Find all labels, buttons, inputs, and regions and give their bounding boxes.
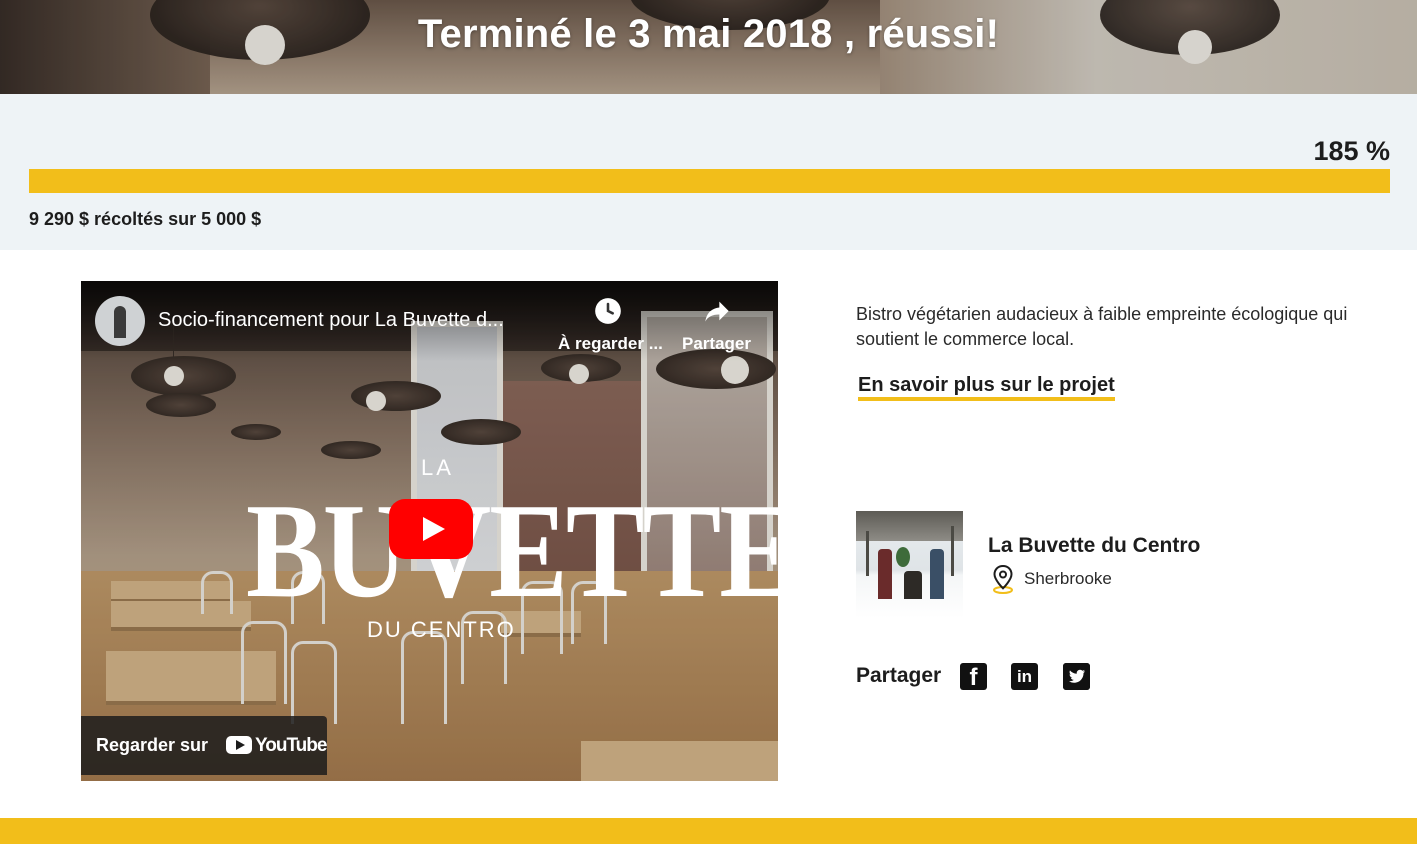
photo-person [904,571,922,599]
photo-tree-trunk [951,526,954,576]
funding-progress-section: 185 % 9 290 $ récoltés sur 5 000 $ [0,94,1417,250]
share-label: Partager [856,664,942,687]
location-pin-icon [993,564,1013,594]
video-logo-buvette: BUVETTE [246,475,778,626]
watch-later-label[interactable]: À regarder ... [558,334,663,354]
project-owner-name[interactable]: La Buvette du Centro [988,534,1200,558]
campaign-status-title: Terminé le 3 mai 2018 , réussi! [417,12,1000,56]
watch-on-youtube-button[interactable]: Regarder sur YouTube [81,716,327,775]
footer-banner [0,818,1417,844]
photo-trees [856,511,963,541]
project-owner-photo [856,511,963,618]
share-arrow-icon[interactable] [703,297,731,325]
learn-more-link[interactable]: En savoir plus sur le projet [858,374,1115,401]
photo-tree-trunk [866,531,869,576]
photo-plant [896,547,910,567]
video-logo-du-centro: DU CENTRO [367,617,516,642]
photo-person [930,549,944,599]
linkedin-icon[interactable]: in [1011,663,1038,690]
project-location: Sherbrooke [1024,569,1112,588]
twitter-icon[interactable] [1063,663,1090,690]
facebook-icon[interactable]: f [960,663,987,691]
youtube-logo-icon [226,736,252,754]
youtube-video-embed[interactable]: LA BUVETTE DU CENTRO Socio-financement p… [81,281,778,781]
campaign-banner: Terminé le 3 mai 2018 , réussi! [0,0,1417,94]
youtube-play-button[interactable] [389,499,473,559]
funding-progress-bar [29,169,1390,193]
youtube-wordmark: YouTube [255,735,327,756]
funding-raised-text: 9 290 $ récoltés sur 5 000 $ [29,209,262,229]
photo-person [878,549,892,599]
video-share-label[interactable]: Partager [682,334,751,354]
watch-on-label: Regarder sur [96,735,209,755]
funding-progress-fill [29,169,1390,193]
project-description: Bistro végétarien audacieux à faible emp… [856,304,1348,349]
channel-avatar[interactable] [95,296,145,346]
video-title[interactable]: Socio-financement pour La Buvette d... [158,309,504,332]
funding-percent: 185 % [1313,136,1390,166]
clock-icon[interactable] [594,297,622,325]
